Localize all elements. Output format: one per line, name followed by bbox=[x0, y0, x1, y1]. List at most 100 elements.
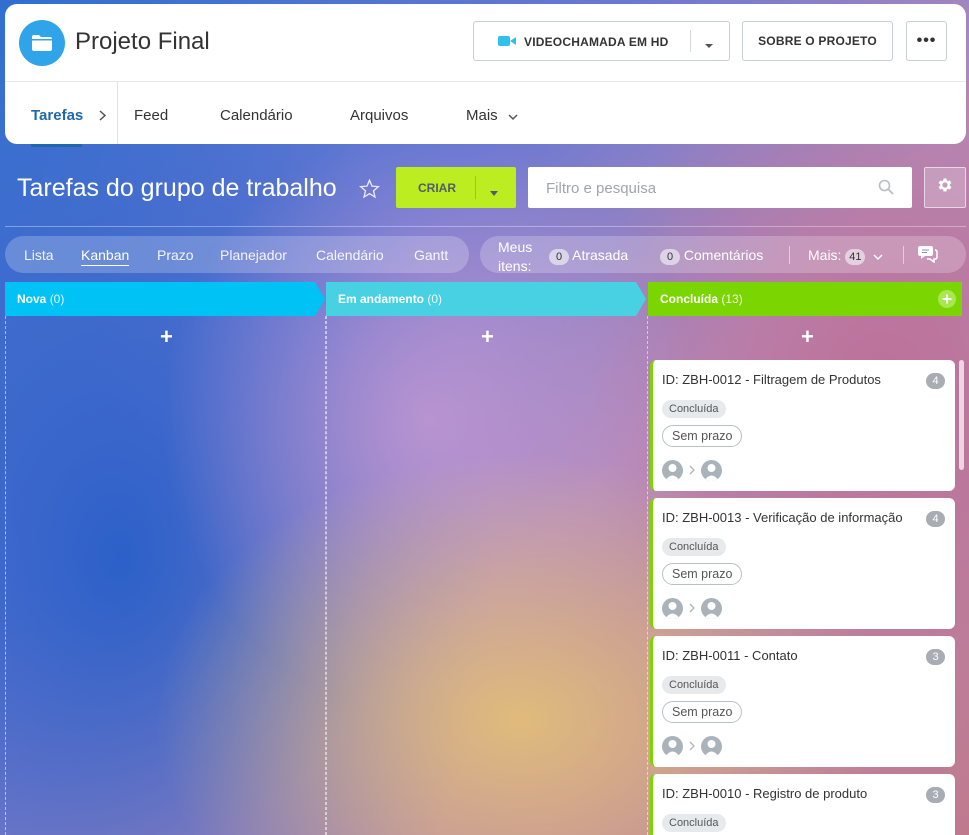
chevron-right-icon bbox=[689, 738, 695, 756]
counter-badge: 0 bbox=[549, 249, 569, 265]
avatar[interactable] bbox=[662, 736, 683, 757]
column-body-em-andamento bbox=[326, 316, 648, 835]
deadline-tag[interactable]: Sem prazo bbox=[662, 563, 743, 585]
column-count: (0) bbox=[49, 292, 65, 306]
add-task-concluida-icon[interactable]: + bbox=[801, 326, 814, 348]
active-tab-indicator bbox=[31, 144, 82, 147]
view-kanban[interactable]: Kanban bbox=[81, 247, 130, 266]
counter-atrasada[interactable]: 0 Atrasada bbox=[549, 247, 628, 265]
chevron-down-icon bbox=[508, 108, 518, 125]
avatar[interactable] bbox=[701, 736, 722, 757]
view-prazo[interactable]: Prazo bbox=[157, 247, 194, 263]
counter-label: Comentários bbox=[683, 247, 764, 263]
search-icon[interactable] bbox=[878, 179, 894, 200]
participants bbox=[662, 598, 722, 619]
task-card[interactable]: ID: ZBH-0010 - Registro de produto 3 Con… bbox=[650, 774, 955, 835]
deadline-tag[interactable]: Sem prazo bbox=[662, 425, 743, 447]
chevron-right-icon bbox=[689, 462, 695, 480]
tab-feed[interactable]: Feed bbox=[134, 107, 168, 124]
counter-badge: 41 bbox=[845, 249, 866, 265]
create-button-label: CRIAR bbox=[418, 181, 456, 195]
gear-icon bbox=[936, 176, 954, 199]
chevron-down-icon[interactable] bbox=[489, 184, 499, 202]
counter-mais[interactable]: Mais: 41 bbox=[808, 247, 883, 265]
divider bbox=[903, 246, 904, 264]
divider bbox=[5, 81, 966, 82]
counter-label: Atrasada bbox=[572, 247, 629, 263]
chat-icon[interactable] bbox=[918, 245, 938, 268]
search-field[interactable]: Filtro e pesquisa bbox=[528, 167, 912, 208]
video-call-label: VIDEOCHAMADA EM HD bbox=[524, 35, 669, 49]
counter-comentarios[interactable]: 0 Comentários bbox=[660, 247, 763, 265]
more-options-button[interactable]: ••• bbox=[906, 21, 947, 61]
column-header-em-andamento[interactable]: Em andamento (0) bbox=[326, 282, 636, 316]
add-column-icon[interactable] bbox=[938, 290, 956, 313]
column-header-nova[interactable]: Nova (0) bbox=[5, 282, 315, 316]
comment-count-badge: 4 bbox=[926, 373, 945, 389]
counter-badge: 0 bbox=[660, 249, 680, 265]
divider bbox=[690, 30, 691, 52]
tab-arquivos[interactable]: Arquivos bbox=[350, 107, 408, 124]
settings-button[interactable] bbox=[924, 167, 966, 208]
divider bbox=[789, 246, 790, 264]
page-title: Tarefas do grupo de trabalho bbox=[17, 174, 337, 202]
about-project-button[interactable]: SOBRE O PROJETO bbox=[742, 21, 893, 61]
column-title: Concluída bbox=[660, 292, 719, 306]
column-count: (0) bbox=[427, 292, 443, 306]
avatar[interactable] bbox=[701, 598, 722, 619]
chevron-down-icon bbox=[873, 248, 883, 264]
view-calendario[interactable]: Calendário bbox=[316, 247, 384, 263]
video-camera-icon bbox=[498, 35, 516, 47]
column-title: Nova bbox=[17, 292, 47, 306]
column-body-nova bbox=[5, 316, 326, 835]
tab-tarefas[interactable]: Tarefas bbox=[31, 107, 83, 124]
column-header-concluida[interactable]: Concluída (13) bbox=[648, 282, 962, 316]
deadline-tag[interactable]: Sem prazo bbox=[662, 701, 743, 723]
chevron-down-icon[interactable] bbox=[704, 38, 714, 52]
tab-mais-label: Mais bbox=[466, 107, 498, 124]
tab-calendario[interactable]: Calendário bbox=[220, 107, 293, 124]
task-title[interactable]: ID: ZBH-0013 - Verificação de informação bbox=[662, 510, 903, 525]
folder-icon bbox=[19, 20, 65, 66]
avatar[interactable] bbox=[701, 460, 722, 481]
avatar[interactable] bbox=[662, 460, 683, 481]
divider bbox=[117, 81, 118, 144]
task-title[interactable]: ID: ZBH-0012 - Filtragem de Produtos bbox=[662, 372, 881, 387]
task-card[interactable]: ID: ZBH-0012 - Filtragem de Produtos 4 C… bbox=[650, 360, 955, 491]
scrollbar[interactable] bbox=[959, 360, 964, 470]
view-gantt[interactable]: Gantt bbox=[414, 247, 448, 263]
counter-label: Mais: bbox=[808, 247, 842, 263]
task-card[interactable]: ID: ZBH-0013 - Verificação de informação… bbox=[650, 498, 955, 629]
my-items-label-line1: Meus bbox=[498, 239, 533, 255]
project-title: Projeto Final bbox=[75, 28, 210, 55]
participants bbox=[662, 736, 722, 757]
avatar[interactable] bbox=[662, 598, 683, 619]
status-badge: Concluída bbox=[662, 400, 726, 418]
comment-count-badge: 3 bbox=[926, 649, 945, 665]
status-badge: Concluída bbox=[662, 814, 726, 832]
divider bbox=[5, 226, 966, 227]
task-title[interactable]: ID: ZBH-0011 - Contato bbox=[662, 648, 798, 663]
tab-mais[interactable]: Mais bbox=[466, 107, 518, 125]
star-icon[interactable] bbox=[359, 178, 380, 204]
participants bbox=[662, 460, 722, 481]
status-badge: Concluída bbox=[662, 538, 726, 556]
chevron-right-icon bbox=[99, 108, 107, 126]
comment-count-badge: 3 bbox=[926, 787, 945, 803]
task-card[interactable]: ID: ZBH-0011 - Contato 3 Concluída Sem p… bbox=[650, 636, 955, 767]
view-lista[interactable]: Lista bbox=[24, 247, 54, 263]
my-items-label: Meus itens: bbox=[498, 238, 532, 276]
my-items-label-line2: itens: bbox=[498, 258, 532, 274]
task-title[interactable]: ID: ZBH-0010 - Registro de produto bbox=[662, 786, 867, 801]
chevron-right-icon bbox=[689, 600, 695, 618]
project-header: Projeto Final VIDEOCHAMADA EM HD SOBRE O… bbox=[5, 4, 966, 147]
add-task-nova-icon[interactable]: + bbox=[160, 326, 173, 348]
divider bbox=[475, 176, 476, 199]
video-call-button[interactable]: VIDEOCHAMADA EM HD bbox=[473, 21, 730, 61]
column-count: (13) bbox=[721, 292, 743, 306]
search-input[interactable]: Filtro e pesquisa bbox=[546, 180, 656, 197]
create-button[interactable]: CRIAR bbox=[396, 167, 516, 208]
add-task-em-andamento-icon[interactable]: + bbox=[481, 326, 494, 348]
column-title: Em andamento bbox=[338, 292, 425, 306]
view-planejador[interactable]: Planejador bbox=[220, 247, 287, 263]
